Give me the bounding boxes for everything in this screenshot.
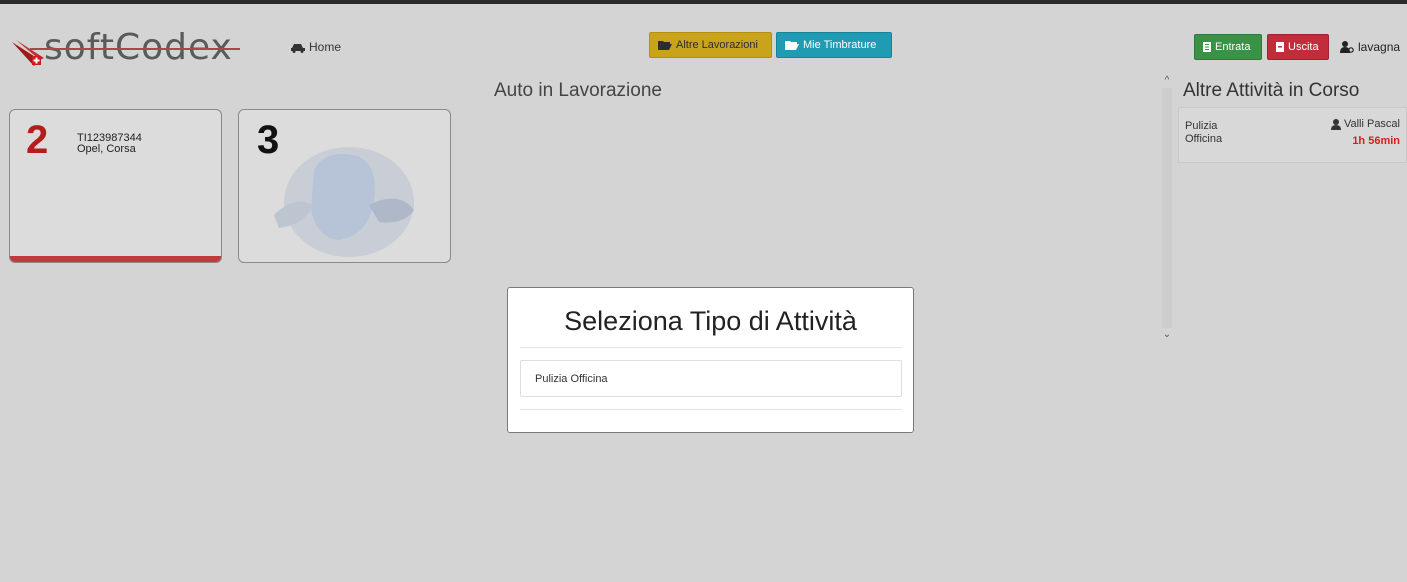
right-panel-title: Altre Attività in Corso bbox=[1183, 80, 1360, 101]
altre-lavorazioni-button[interactable]: Altre Lavorazioni bbox=[649, 32, 772, 58]
modal-divider bbox=[520, 347, 902, 348]
activity-name: Pulizia Officina bbox=[1185, 120, 1223, 145]
card-number: 3 bbox=[257, 118, 280, 162]
uscita-label: Uscita bbox=[1288, 41, 1319, 53]
modal-title: Seleziona Tipo di Attività bbox=[564, 306, 857, 336]
entrata-button[interactable]: Entrata bbox=[1194, 34, 1262, 60]
user-label: lavagna bbox=[1358, 40, 1401, 54]
activity-time: 1h 56min bbox=[1352, 135, 1400, 147]
car-icon bbox=[291, 43, 305, 53]
scrollbar[interactable]: ^ ⌄ bbox=[1160, 74, 1174, 342]
activity-user: Valli Pascal bbox=[1330, 118, 1400, 130]
logo-underline bbox=[30, 48, 240, 50]
navbar: softCodex Home Altre Lavorazioni Mie Tim… bbox=[0, 4, 1407, 74]
user-menu[interactable]: lavagna bbox=[1340, 40, 1400, 54]
activity-option[interactable]: Pulizia Officina bbox=[520, 360, 902, 397]
user-icon bbox=[1330, 118, 1341, 130]
home-label: Home bbox=[309, 40, 342, 54]
mie-timbrature-label: Mie Timbrature bbox=[803, 39, 877, 51]
activity-item[interactable]: Pulizia Officina Valli Pascal 1h 56min bbox=[1178, 107, 1407, 163]
car-card[interactable]: 2 TI123987344 Opel, Corsa bbox=[9, 109, 222, 263]
scroll-track[interactable] bbox=[1162, 88, 1172, 328]
logo[interactable]: softCodex bbox=[10, 22, 233, 68]
card-number: 2 bbox=[26, 118, 49, 162]
folder-open-icon bbox=[785, 41, 799, 50]
folder-open-icon bbox=[658, 41, 672, 50]
car-card[interactable]: 3 bbox=[238, 109, 451, 263]
scroll-down-arrow-icon[interactable]: ⌄ bbox=[1160, 328, 1174, 342]
uscita-icon bbox=[1276, 42, 1284, 52]
activity-type-modal: Seleziona Tipo di Attività Pulizia Offic… bbox=[507, 287, 914, 433]
activity-user-name: Valli Pascal bbox=[1343, 118, 1400, 130]
logo-mark-icon bbox=[12, 40, 44, 66]
uscita-button[interactable]: Uscita bbox=[1267, 34, 1329, 60]
home-link[interactable]: Home bbox=[290, 40, 341, 54]
user-settings-icon bbox=[1340, 41, 1354, 53]
mie-timbrature-button[interactable]: Mie Timbrature bbox=[776, 32, 892, 58]
modal-divider bbox=[520, 409, 902, 410]
altre-lavorazioni-label: Altre Lavorazioni bbox=[676, 39, 758, 51]
entrata-icon bbox=[1203, 42, 1211, 52]
section-title: Auto in Lavorazione bbox=[494, 80, 662, 101]
scroll-up-arrow-icon[interactable]: ^ bbox=[1160, 74, 1174, 88]
card-status-bar bbox=[10, 256, 221, 262]
card-model: Opel, Corsa bbox=[77, 143, 136, 155]
entrata-label: Entrata bbox=[1215, 41, 1251, 53]
